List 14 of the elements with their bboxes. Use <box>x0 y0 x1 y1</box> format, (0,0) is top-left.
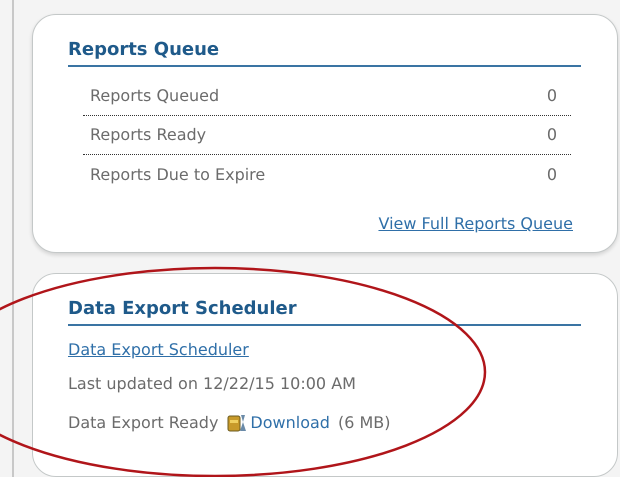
row-value: 0 <box>546 164 558 186</box>
file-size: (6 MB) <box>338 412 390 434</box>
row-value: 0 <box>546 85 558 107</box>
scheduler-link[interactable]: Data Export Scheduler <box>68 338 249 362</box>
section-heading: Reports Queue <box>68 37 581 67</box>
row-label: Reports Ready <box>90 124 206 146</box>
row-label: Reports Queued <box>90 85 220 107</box>
status-text: Data Export Ready <box>68 412 218 434</box>
row-value: 0 <box>546 124 558 146</box>
view-queue-link[interactable]: View Full Reports Queue <box>378 212 573 236</box>
row-label: Reports Due to Expire <box>90 164 266 186</box>
section-heading: Data Export Scheduler <box>68 296 581 326</box>
last-updated-text: Last updated on 12/22/15 10:00 AM <box>68 372 357 395</box>
download-link[interactable]: Download <box>250 410 330 435</box>
